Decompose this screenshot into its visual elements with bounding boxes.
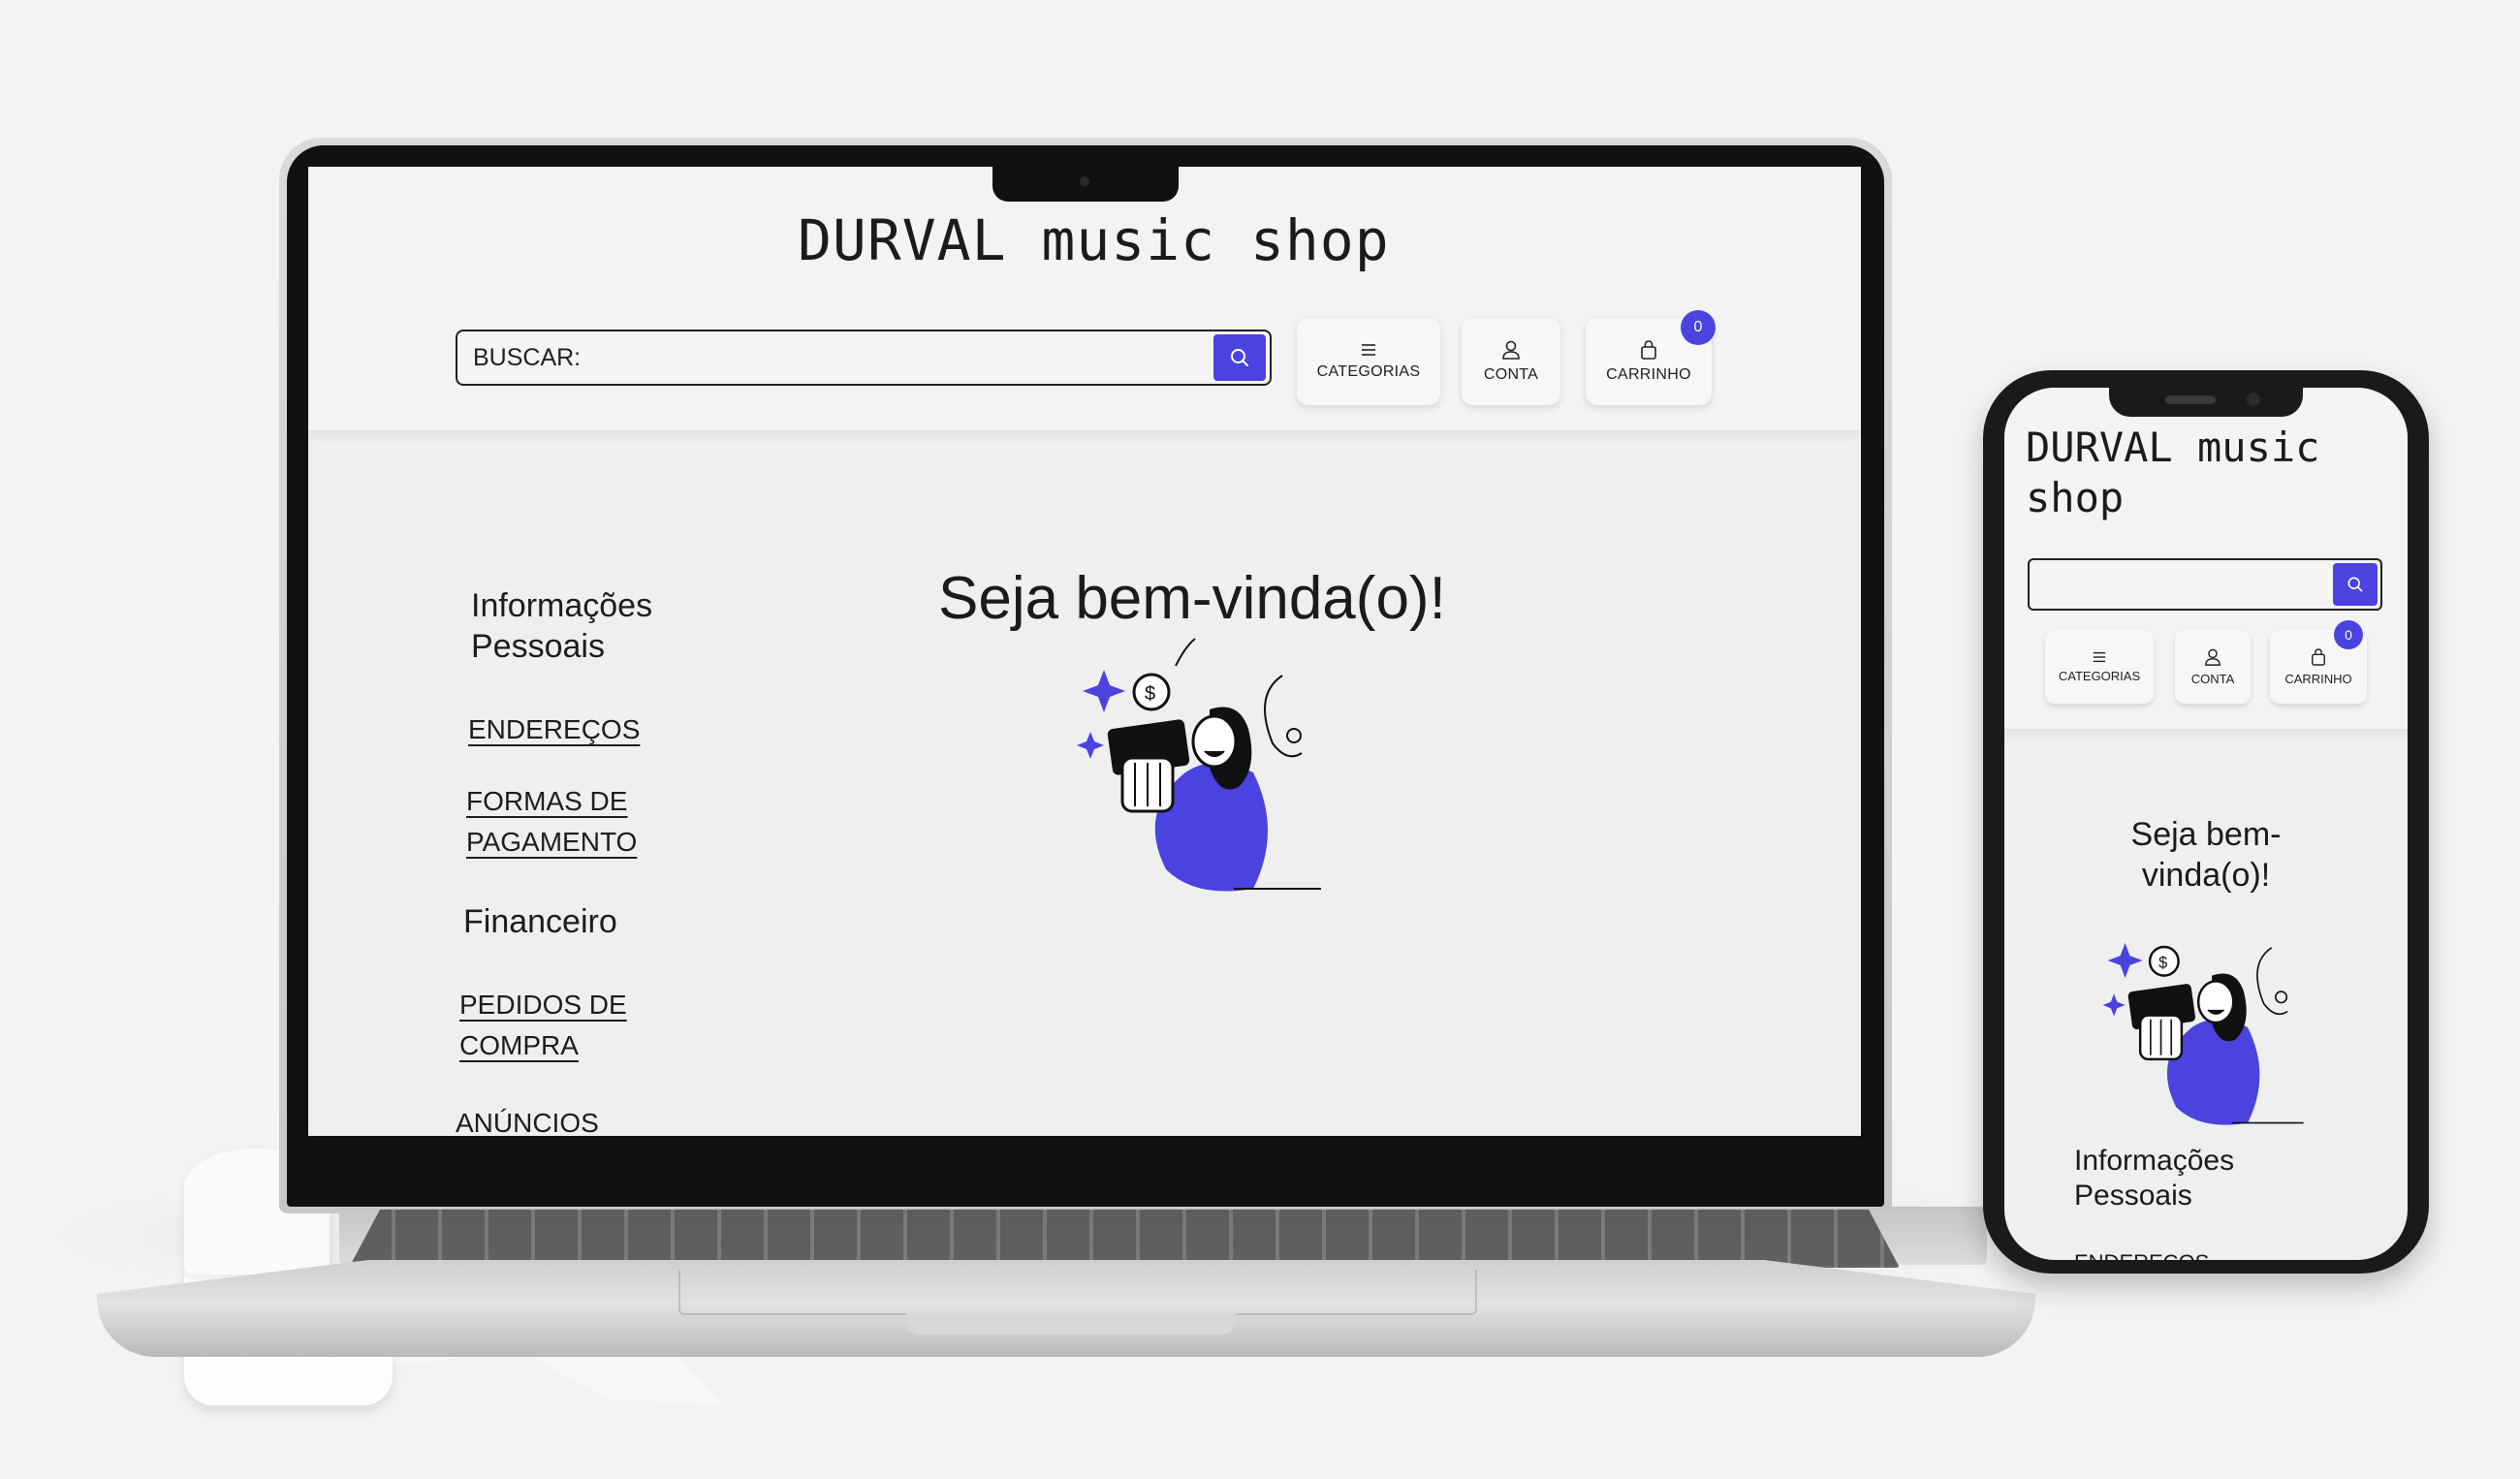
svg-text:$: $ — [2158, 954, 2167, 971]
menu-icon — [2093, 651, 2106, 663]
laptop-trackpad — [678, 1270, 1477, 1315]
search-button[interactable] — [1213, 334, 1266, 381]
sidebar-link-anuncios[interactable]: ANÚNCIOS — [456, 1103, 599, 1136]
site-logo[interactable]: DURVAL music shop — [798, 207, 1390, 273]
conta-button[interactable]: CONTA — [1462, 318, 1560, 405]
user-icon — [1502, 340, 1520, 360]
mobile-categorias-label: CATEGORIAS — [2058, 669, 2141, 683]
phone-notch — [2109, 386, 2303, 417]
svg-text:$: $ — [1145, 683, 1155, 705]
woman-with-wallet-illustration: $ — [1077, 638, 1321, 892]
sidebar-link-formas-pagamento[interactable]: FORMAS DE PAGAMENTO — [466, 781, 637, 863]
mobile-sidebar-link-enderecos[interactable]: ENDEREÇOS — [2074, 1250, 2209, 1260]
sidebar-heading-financeiro: Financeiro — [463, 903, 617, 940]
cart-count-badge: 0 — [1681, 310, 1716, 345]
mobile-sidebar-heading-personal: Informações Pessoais — [2074, 1145, 2235, 1212]
mobile-search-input[interactable] — [2039, 570, 2311, 599]
site-header: DURVAL music shop CATEGORIAS — [308, 167, 1861, 430]
menu-icon — [1362, 344, 1375, 356]
mobile-conta-label: CONTA — [2190, 672, 2235, 686]
sidebar-link-pedidos[interactable]: PEDIDOS DE COMPRA — [459, 985, 627, 1066]
mobile-cart-count-badge: 0 — [2334, 620, 2363, 649]
mobile-conta-button[interactable]: CONTA — [2175, 630, 2251, 704]
mobile-carrinho-label: CARRINHO — [2284, 672, 2352, 686]
carrinho-label: CARRINHO — [1606, 366, 1691, 383]
laptop-screen: DURVAL music shop CATEGORIAS — [308, 167, 1861, 1136]
categorias-button[interactable]: CATEGORIAS — [1297, 318, 1440, 405]
shopping-bag-icon — [2312, 648, 2325, 666]
conta-label: CONTA — [1483, 366, 1539, 383]
categorias-label: CATEGORIAS — [1316, 363, 1421, 380]
mobile-site-logo[interactable]: DURVAL music shop — [2026, 423, 2394, 523]
search-icon — [2347, 577, 2363, 592]
user-icon — [2205, 648, 2221, 666]
mobile-site-header: DURVAL music shop CATEGORIAS CONTA CARRI… — [2004, 388, 2408, 729]
laptop-keyboard — [349, 1210, 1900, 1268]
laptop-lid-groove — [906, 1313, 1236, 1335]
mobile-search-bar — [2028, 558, 2382, 611]
laptop-camera-notch — [992, 167, 1179, 202]
welcome-heading: Seja bem-vinda(o)! — [938, 565, 1446, 632]
mobile-categorias-button[interactable]: CATEGORIAS — [2045, 630, 2154, 704]
shopping-bag-icon — [1641, 340, 1656, 360]
mobile-woman-with-wallet-illustration: $ — [2102, 942, 2304, 1125]
search-icon — [1231, 349, 1248, 366]
phone-screen: DURVAL music shop CATEGORIAS CONTA CARRI… — [2004, 388, 2408, 1260]
search-input[interactable] — [473, 343, 1190, 372]
mobile-search-button[interactable] — [2333, 563, 2378, 606]
search-bar — [456, 330, 1272, 386]
sidebar-heading-personal: Informações Pessoais — [471, 587, 653, 665]
sidebar-link-enderecos[interactable]: ENDEREÇOS — [468, 709, 640, 750]
mobile-welcome-heading: Seja bem- vinda(o)! — [2130, 816, 2282, 894]
